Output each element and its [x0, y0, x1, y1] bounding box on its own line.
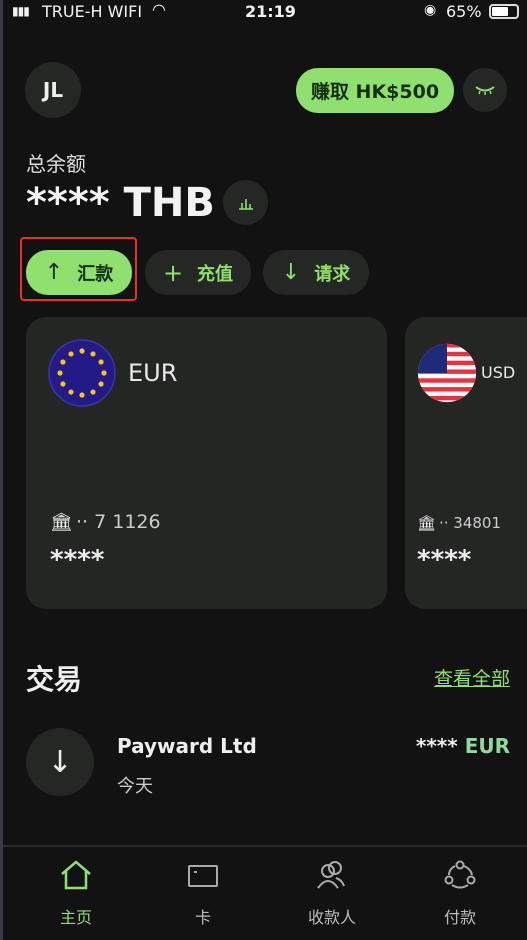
- transaction-date: 今天: [117, 776, 153, 797]
- nav-recipients[interactable]: 收款人: [277, 860, 387, 928]
- amount-currency: EUR: [464, 734, 510, 758]
- account-card-eur[interactable]: EUR 🏛 ·· 7 1126 ****: [26, 317, 387, 609]
- wifi-icon: ◠: [152, 0, 166, 19]
- arrow-down-icon: ↓: [281, 260, 301, 285]
- battery-percent: 65%: [446, 2, 482, 21]
- nav-label: 卡: [194, 908, 211, 927]
- send-label: 汇款: [77, 263, 114, 285]
- eu-star: [60, 359, 66, 365]
- home-icon: [61, 860, 91, 890]
- eu-star: [57, 370, 63, 376]
- bank-icon: 🏛: [50, 512, 73, 533]
- view-all-link[interactable]: 查看全部: [434, 664, 510, 691]
- eu-star: [101, 370, 107, 376]
- avatar[interactable]: JL: [25, 62, 81, 118]
- currency-code: USD: [481, 363, 516, 382]
- transaction-amount: **** EUR: [416, 734, 510, 758]
- clock: 21:19: [245, 2, 296, 21]
- nav-label: 收款人: [307, 908, 356, 927]
- plus-icon: +: [162, 258, 184, 287]
- bank-icon: 🏛: [417, 514, 437, 532]
- rotation-lock-icon: ◉: [424, 2, 437, 18]
- balance-amount: **** THB: [26, 180, 215, 226]
- recipients-icon: [317, 861, 345, 889]
- arrow-up-icon: ↑: [44, 260, 64, 285]
- amount-masked: ****: [415, 734, 458, 758]
- bar-chart-icon: [238, 198, 253, 210]
- top-up-button[interactable]: + 充值: [145, 250, 251, 295]
- transaction-name: Payward Ltd: [117, 734, 257, 758]
- transaction-row[interactable]: ↓ Payward Ltd 今天 **** EUR: [0, 726, 527, 806]
- request-label: 请求: [314, 263, 351, 285]
- hide-balance-button[interactable]: [463, 68, 507, 112]
- eu-star: [90, 389, 96, 395]
- account-number: ·· 7 1126: [76, 511, 161, 533]
- earn-button[interactable]: 赚取 HK$500: [296, 68, 454, 113]
- send-button[interactable]: ↑ 汇款: [26, 250, 132, 295]
- nav-label: 主页: [59, 908, 92, 927]
- request-button[interactable]: ↓ 请求: [263, 250, 369, 295]
- transactions-title: 交易: [26, 663, 83, 696]
- account-balance: ****: [50, 545, 105, 575]
- incoming-arrow-icon: ↓: [26, 728, 94, 796]
- carrier: TRUE-H WIFI: [42, 2, 143, 21]
- account-number: ·· 34801: [439, 514, 502, 532]
- eu-flag-icon: [48, 339, 116, 407]
- balance-label: 总余额: [26, 152, 86, 176]
- eu-star: [98, 359, 104, 365]
- payments-icon: [444, 860, 476, 889]
- eu-star: [98, 381, 104, 387]
- eu-star: [68, 389, 74, 395]
- currency-code: EUR: [128, 359, 178, 387]
- eye-closed-icon: [475, 86, 495, 95]
- nav-home[interactable]: 主页: [21, 860, 131, 928]
- us-flag-icon: [417, 343, 477, 403]
- eu-star: [79, 392, 85, 398]
- eu-star: [90, 351, 96, 357]
- eu-star: [79, 348, 85, 354]
- eu-star: [68, 351, 74, 357]
- signal-icon: ▮▮▮: [12, 4, 30, 18]
- account-balance: ****: [417, 545, 472, 575]
- balance-chart-button[interactable]: [223, 180, 268, 225]
- top-up-label: 充值: [197, 263, 234, 285]
- card-icon: [188, 865, 218, 887]
- status-bar: ▮▮▮ TRUE-H WIFI ◠ 21:19 ◉ 65%: [0, 0, 527, 24]
- nav-label: 付款: [443, 908, 476, 927]
- battery-icon: [489, 4, 519, 19]
- account-card-usd[interactable]: USD 🏛 ·· 34801 ****: [405, 317, 527, 609]
- nav-payments[interactable]: 付款: [405, 860, 515, 928]
- nav-cards[interactable]: 卡: [148, 860, 258, 928]
- eu-star: [60, 381, 66, 387]
